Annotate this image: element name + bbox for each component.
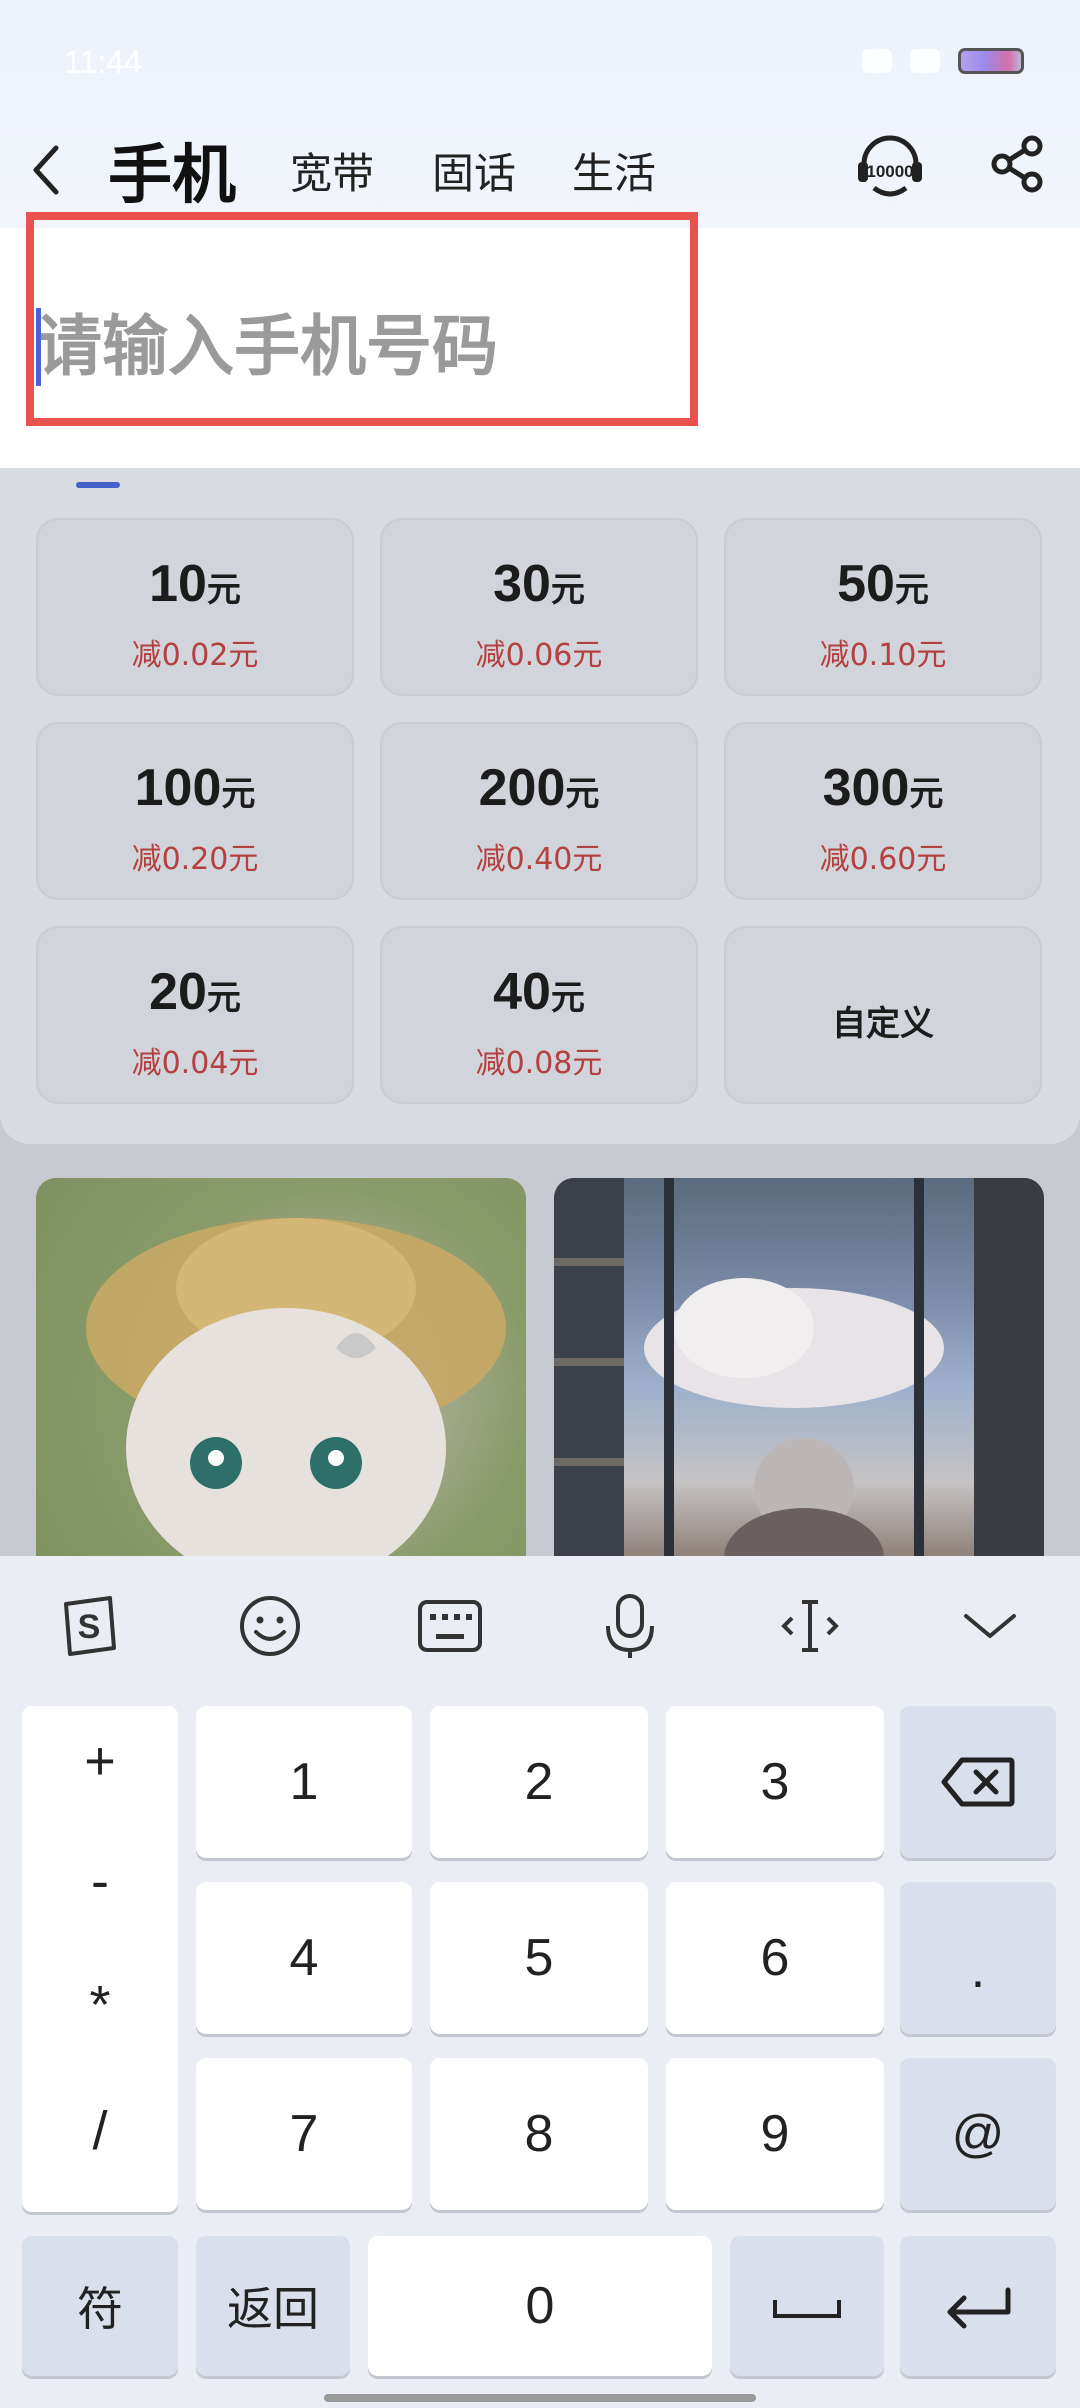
top-nav: 手机 宽带 固话 生活 10000 <box>0 110 1080 230</box>
key-1[interactable]: 1 <box>196 1706 412 1858</box>
signal-icon <box>862 49 892 73</box>
service-number-text: 10000 <box>866 162 913 181</box>
key-minus[interactable]: - <box>22 1850 178 1912</box>
customer-service-icon[interactable]: 10000 <box>854 130 926 202</box>
key-4[interactable]: 4 <box>196 1882 412 2034</box>
backspace-icon <box>941 1757 1015 1807</box>
status-time: 11:44 <box>64 44 142 80</box>
amount-option-custom[interactable]: 自定义 <box>724 926 1042 1104</box>
symbol-column: + - * / <box>22 1706 178 2212</box>
amount-option-20[interactable]: 20元 减0.04元 <box>36 926 354 1104</box>
microphone-icon[interactable] <box>594 1590 666 1662</box>
amount-discount: 减0.06元 <box>475 638 603 673</box>
phone-number-input[interactable] <box>36 300 676 392</box>
amount-discount: 减0.40元 <box>475 842 603 877</box>
text-cursor <box>36 308 41 386</box>
key-dot[interactable]: . <box>900 1882 1056 2034</box>
key-at[interactable]: @ <box>900 2058 1056 2210</box>
amount-discount: 减0.08元 <box>475 1046 603 1081</box>
amount-option-30[interactable]: 30元 减0.06元 <box>380 518 698 696</box>
amount-option-10[interactable]: 10元 减0.02元 <box>36 518 354 696</box>
status-bar: 11:44 <box>0 0 1080 110</box>
key-2[interactable]: 2 <box>430 1706 648 1858</box>
key-9[interactable]: 9 <box>666 2058 884 2210</box>
amount-value: 20元 <box>149 963 241 1021</box>
amount-option-40[interactable]: 40元 减0.08元 <box>380 926 698 1104</box>
tab-landline[interactable]: 固话 <box>432 140 516 201</box>
amount-value: 200元 <box>478 759 600 817</box>
amount-value: 30元 <box>493 555 585 613</box>
home-indicator[interactable] <box>324 2394 756 2402</box>
return-key[interactable]: 返回 <box>196 2236 350 2376</box>
amount-discount: 减0.02元 <box>131 638 259 673</box>
battery-icon <box>958 48 1024 74</box>
amount-option-50[interactable]: 50元 减0.10元 <box>724 518 1042 696</box>
active-tab-indicator <box>76 482 120 488</box>
amount-option-300[interactable]: 300元 减0.60元 <box>724 722 1042 900</box>
sogou-logo-icon[interactable]: S <box>52 1590 124 1662</box>
wifi-icon <box>910 49 940 73</box>
amount-value: 40元 <box>493 963 585 1021</box>
amount-option-100[interactable]: 100元 减0.20元 <box>36 722 354 900</box>
amount-value: 100元 <box>134 759 256 817</box>
key-slash[interactable]: / <box>22 2100 178 2162</box>
shop-illustration <box>554 1178 1044 1558</box>
amount-value: 50元 <box>837 555 929 613</box>
key-asterisk[interactable]: * <box>22 1974 178 2036</box>
tab-life[interactable]: 生活 <box>572 140 656 201</box>
back-icon[interactable] <box>26 140 66 200</box>
cursor-icon[interactable] <box>774 1590 846 1662</box>
amount-discount: 减0.60元 <box>819 842 947 877</box>
amount-value: 300元 <box>822 759 944 817</box>
space-key[interactable] <box>730 2236 884 2376</box>
amount-discount: 减0.04元 <box>131 1046 259 1081</box>
collapse-keyboard-icon[interactable] <box>954 1590 1026 1662</box>
amount-option-200[interactable]: 200元 减0.40元 <box>380 722 698 900</box>
emoji-icon[interactable] <box>234 1590 306 1662</box>
key-8[interactable]: 8 <box>430 2058 648 2210</box>
key-3[interactable]: 3 <box>666 1706 884 1858</box>
promo-image-shop[interactable] <box>554 1178 1044 1558</box>
tab-phone[interactable]: 手机 <box>108 124 236 216</box>
promo-image-doll[interactable] <box>36 1178 526 1558</box>
amount-discount: 减0.20元 <box>131 842 259 877</box>
keyboard-icon[interactable] <box>414 1590 486 1662</box>
enter-icon <box>947 2287 1011 2329</box>
key-6[interactable]: 6 <box>666 1882 884 2034</box>
enter-key[interactable] <box>900 2236 1056 2376</box>
backspace-key[interactable] <box>900 1706 1056 1858</box>
svg-text:S: S <box>78 1608 101 1646</box>
key-7[interactable]: 7 <box>196 2058 412 2210</box>
key-plus[interactable]: + <box>22 1730 178 1792</box>
amount-value: 10元 <box>149 555 241 613</box>
status-icons <box>862 48 1024 74</box>
key-5[interactable]: 5 <box>430 1882 648 2034</box>
symbols-key[interactable]: 符 <box>22 2236 178 2376</box>
amount-discount: 减0.10元 <box>819 638 947 673</box>
share-icon[interactable] <box>986 132 1050 196</box>
doll-illustration <box>86 1218 506 1558</box>
key-0[interactable]: 0 <box>368 2236 712 2376</box>
tab-broadband[interactable]: 宽带 <box>290 140 374 201</box>
custom-amount-label: 自定义 <box>832 1004 934 1044</box>
space-icon <box>773 2300 841 2318</box>
